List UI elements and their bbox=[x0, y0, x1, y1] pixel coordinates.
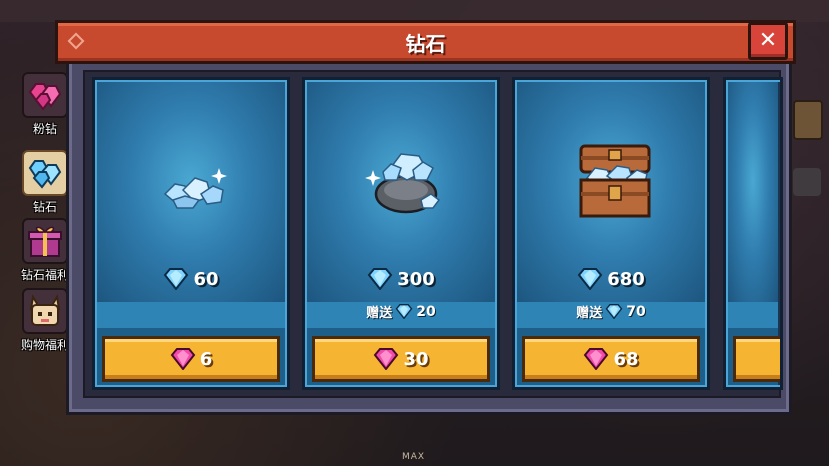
side-tab-label: 粉钻 bbox=[32, 122, 57, 136]
price-value: 30 bbox=[403, 348, 429, 370]
pink-diamond-icon bbox=[584, 348, 609, 370]
bonus-row: 赠送 20 bbox=[305, 302, 497, 322]
diamond-amount: 60 bbox=[95, 268, 287, 290]
buy-button[interactable]: 68 bbox=[522, 336, 700, 382]
max-label: MAX bbox=[402, 452, 426, 462]
diamond-amount: 680 bbox=[515, 268, 707, 290]
product-card-4-partial[interactable] bbox=[723, 77, 783, 390]
backpack-icon bbox=[793, 100, 823, 140]
diamond-amount-value: 60 bbox=[193, 268, 219, 290]
blue-diamond-icon bbox=[577, 268, 603, 290]
side-tab-label: 钻石福利 bbox=[20, 268, 69, 282]
bonus-row: 赠送 70 bbox=[515, 302, 707, 322]
product-card-1[interactable]: 60 6 bbox=[92, 77, 290, 390]
price-value: 68 bbox=[613, 348, 639, 370]
bonus-value: 70 bbox=[626, 303, 646, 320]
product-card-3[interactable]: 680 赠送 70 68 bbox=[512, 77, 710, 390]
background-topbar bbox=[0, 0, 829, 22]
pink-diamond-icon bbox=[374, 348, 399, 370]
blue-diamond-icon bbox=[605, 304, 623, 319]
buy-button[interactable]: 30 bbox=[312, 336, 490, 382]
bonus-value: 20 bbox=[416, 303, 436, 320]
dialog-title-bar: 钻石 bbox=[55, 20, 796, 64]
diamond-amount: 300 bbox=[305, 268, 497, 290]
blue-diamond-pile-icon bbox=[22, 150, 68, 196]
side-tab-label: 钻石 bbox=[32, 200, 57, 214]
diamond-amount-value: 680 bbox=[607, 268, 645, 290]
buy-button[interactable]: 6 bbox=[102, 336, 280, 382]
cat-mascot-icon bbox=[22, 288, 68, 334]
dialog-title: 钻石 bbox=[405, 31, 446, 56]
price-value: 6 bbox=[199, 348, 213, 370]
pink-diamond-icon bbox=[170, 348, 196, 370]
bonus-label: 赠送 bbox=[576, 306, 603, 321]
diamond-amount-value: 300 bbox=[397, 268, 435, 290]
grid-menu-icon bbox=[793, 168, 821, 196]
blue-diamond-icon bbox=[395, 304, 413, 319]
bonus-label: 赠送 bbox=[366, 306, 393, 321]
pink-diamond-pile-icon bbox=[22, 72, 68, 118]
gift-box-icon bbox=[22, 218, 68, 264]
diamond-ornament-icon bbox=[67, 32, 85, 50]
blue-diamond-icon bbox=[164, 268, 189, 290]
buy-button[interactable] bbox=[733, 336, 780, 382]
side-tab-label: 购物福利 bbox=[20, 338, 69, 352]
product-card-2[interactable]: 300 赠送 20 30 bbox=[302, 77, 500, 390]
close-button[interactable]: ✕ bbox=[748, 22, 788, 60]
blue-diamond-icon bbox=[367, 268, 393, 290]
